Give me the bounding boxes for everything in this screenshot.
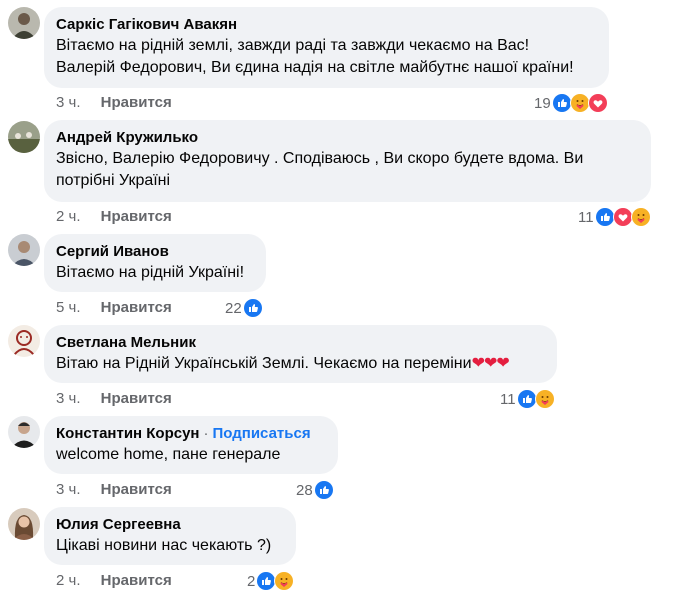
reaction-count: 19 [534,94,551,112]
comment-text-line: Цікаві новини нас чекають ?) [56,537,272,554]
reactions-summary[interactable]: 11 [500,389,555,409]
comment-actions: 2 ч. Нравится [56,207,172,227]
reactions-summary[interactable]: 22 [225,298,263,318]
like-button[interactable]: Нравится [101,572,172,589]
comment-text-line: потрібні Україні [56,172,171,189]
comment-bubble: Андрей Кружилько Звісно, Валерію Федоров… [44,120,651,202]
comment-timestamp[interactable]: 5 ч. [56,299,81,316]
comment-timestamp[interactable]: 3 ч. [56,390,81,407]
follow-button[interactable]: Подписаться [213,425,311,442]
comment-author[interactable]: Константин Корсун [56,425,200,442]
reaction-count: 11 [500,390,516,408]
love-icon [612,207,633,227]
like-icon [313,480,334,500]
like-button[interactable]: Нравится [101,208,172,225]
care-icon [569,93,590,113]
comment-timestamp[interactable]: 2 ч. [56,208,81,225]
care-icon [630,207,651,227]
comment-actions: 3 ч. Нравится [56,389,172,409]
separator-dot: · [203,425,209,442]
like-button[interactable]: Нравится [101,94,172,111]
avatar[interactable] [8,7,40,39]
comment-author[interactable]: Светлана Мельник [56,333,545,353]
comment-bubble: Сергий Иванов Вітаємо на рідній Україні! [44,234,266,292]
comment-timestamp[interactable]: 3 ч. [56,94,81,111]
comment-bubble: Константин Корсун · Подписаться welcome ho… [44,416,338,474]
avatar[interactable] [8,508,40,540]
avatar[interactable] [8,121,40,153]
comment-text: Вітаю на Рідній Українській Землі. Чекає… [56,355,472,372]
comment-timestamp[interactable]: 2 ч. [56,572,81,589]
avatar[interactable] [8,234,40,266]
comment-author[interactable]: Андрей Кружилько [56,128,639,148]
comment-text-line: welcome home, пане генерале [56,446,281,463]
like-icon [256,571,277,591]
like-icon [516,389,537,409]
reactions-summary[interactable]: 2 [247,571,295,591]
like-icon [242,298,263,318]
reaction-count: 28 [296,481,313,499]
comment-actions: 3 ч. Нравится [56,480,172,500]
like-button[interactable]: Нравится [101,299,172,316]
avatar[interactable] [8,416,40,448]
comment-author[interactable]: Саркіс Гагікович Авакян [56,15,597,35]
comment-text-line: Вітаємо на рідній Україні! [56,264,245,281]
reaction-count: 2 [247,572,256,590]
heart-emoji: ❤❤❤ [471,355,510,372]
care-icon [274,571,295,591]
comment-text-line: Вітаємо на рідній землі, завжди раді та … [56,37,530,54]
like-icon [551,93,572,113]
comment-bubble: Саркіс Гагікович Авакян Вітаємо на рідні… [44,7,609,88]
like-button[interactable]: Нравится [101,390,172,407]
comment-text-line: Вітаю на Рідній Українській Землі. Чекає… [56,353,545,375]
comment-timestamp[interactable]: 3 ч. [56,481,81,498]
comment-text-line: Звісно, Валерію Федоровичу . Сподіваюсь … [56,150,584,167]
comment-actions: 5 ч. Нравится [56,298,172,318]
reactions-summary[interactable]: 11 [578,207,651,227]
comment-author[interactable]: Юлия Сергеевна [56,515,284,535]
avatar[interactable] [8,325,40,357]
comment-author-row: Константин Корсун · Подписаться [56,424,326,444]
comment-actions: 2 ч. Нравится [56,571,172,591]
reactions-summary[interactable]: 28 [296,480,334,500]
comment-text-line: Валерій Федорович, Ви єдина надія на сві… [56,59,574,76]
comment-author[interactable]: Сергий Иванов [56,242,254,262]
reaction-count: 11 [578,208,594,226]
comment-actions: 3 ч. Нравится [56,93,172,113]
care-icon [534,389,555,409]
like-icon [594,207,615,227]
love-icon [587,93,608,113]
reactions-summary[interactable]: 19 [534,93,608,113]
comment-bubble: Юлия Сергеевна Цікаві новини нас чекають… [44,507,296,565]
like-button[interactable]: Нравится [101,481,172,498]
comment-bubble: Светлана Мельник Вітаю на Рідній Українс… [44,325,557,383]
reaction-count: 22 [225,299,242,317]
